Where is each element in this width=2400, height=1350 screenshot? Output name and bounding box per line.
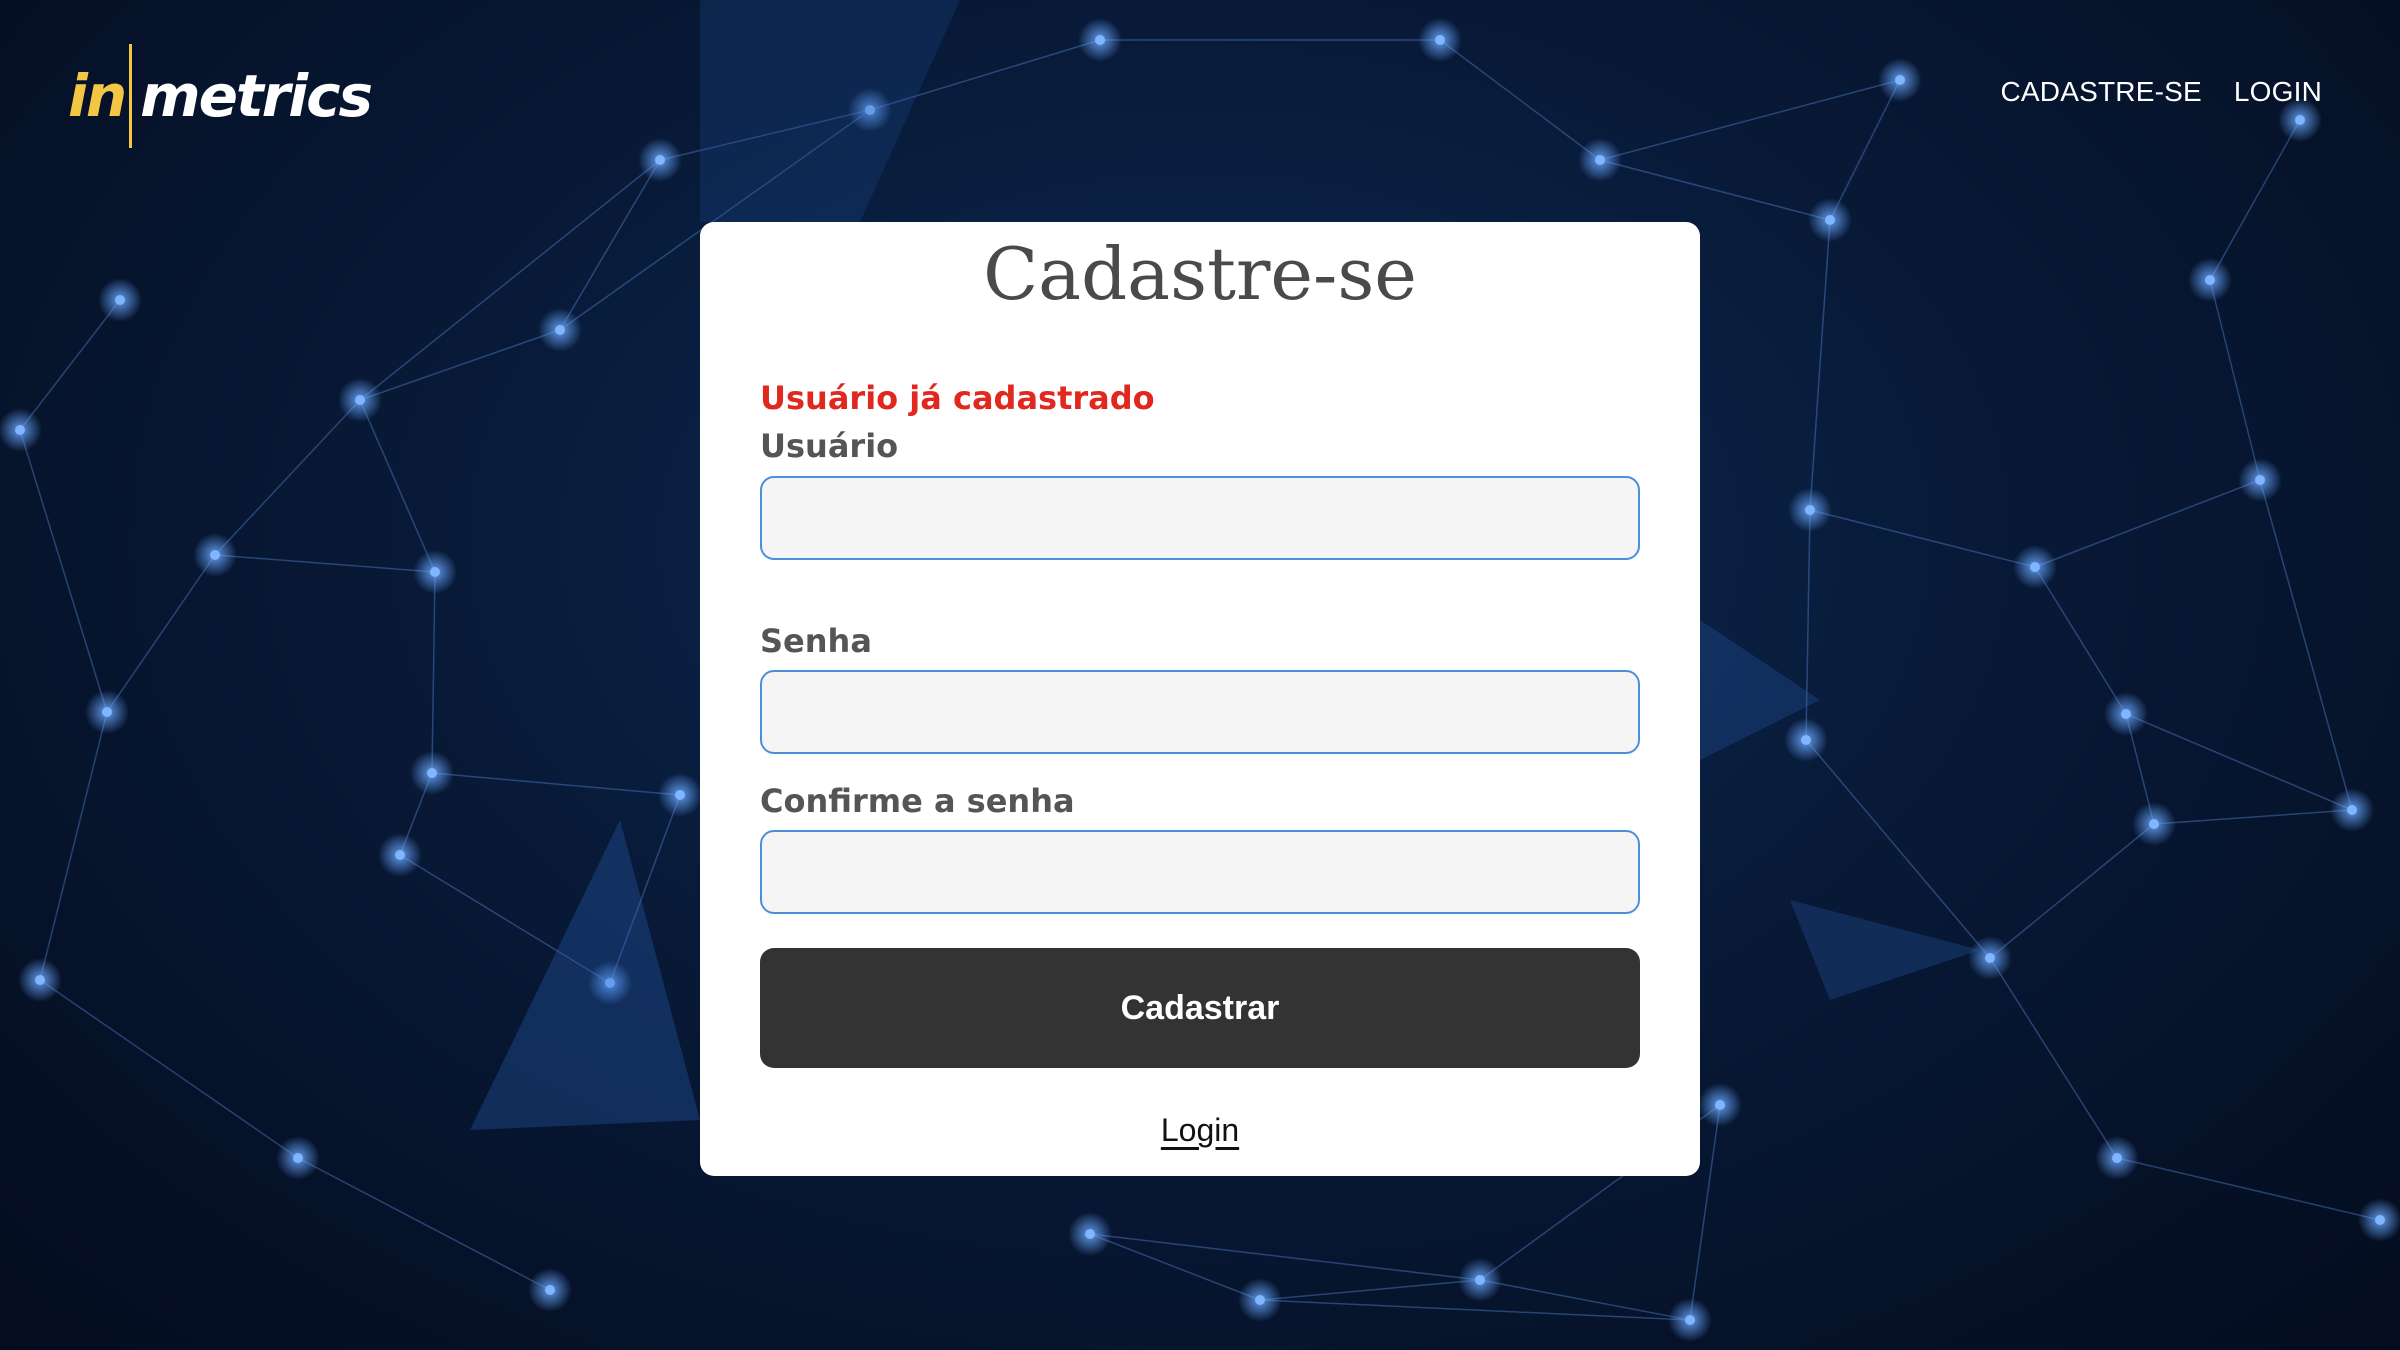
network-line [359, 159, 661, 401]
network-node [555, 325, 565, 335]
network-node [2375, 1215, 2385, 1225]
network-node [1685, 1315, 1695, 1325]
network-node [2149, 819, 2159, 829]
network-node [1085, 1229, 1095, 1239]
network-line [559, 159, 661, 331]
signup-card: Cadastre-se Usuário já cadastrado Usuári… [700, 222, 1700, 1176]
network-node [1095, 35, 1105, 45]
network-node [1255, 1295, 1265, 1305]
network-line [1809, 219, 1831, 511]
network-node [210, 550, 220, 560]
confirm-password-label: Confirme a senha [760, 782, 1075, 820]
nav-link-login[interactable]: LOGIN [2234, 76, 2322, 108]
network-node [2205, 275, 2215, 285]
network-line [1259, 1299, 1691, 1321]
password-label: Senha [760, 622, 872, 660]
login-link-container: Login [700, 1112, 1700, 1149]
confirm-password-input[interactable] [760, 830, 1640, 914]
network-line [1259, 1279, 1481, 1301]
network-line [2125, 713, 2353, 811]
network-node [1595, 155, 1605, 165]
network-line [214, 554, 436, 573]
network-node [655, 155, 665, 165]
network-node [2030, 562, 2040, 572]
network-node [35, 975, 45, 985]
network-node [1825, 215, 1835, 225]
username-input[interactable] [760, 476, 1640, 560]
network-line [2259, 479, 2353, 811]
logo-text-in: in [68, 62, 127, 130]
network-node [395, 850, 405, 860]
network-line [39, 979, 299, 1159]
network-line [1829, 79, 1901, 221]
network-line [431, 571, 436, 774]
network-line [2034, 566, 2127, 715]
cadastrar-button[interactable]: Cadastrar [760, 948, 1640, 1068]
login-link[interactable]: Login [1161, 1112, 1239, 1148]
network-node [1801, 735, 1811, 745]
network-line [1439, 39, 1601, 161]
network-line [359, 329, 561, 401]
network-node [1985, 953, 1995, 963]
network-line [2209, 279, 2261, 481]
network-line [19, 429, 108, 713]
network-node [293, 1153, 303, 1163]
top-nav: CADASTRE-SE LOGIN [2001, 76, 2323, 108]
logo-divider [129, 44, 133, 148]
network-node [2112, 1153, 2122, 1163]
error-message: Usuário já cadastrado [760, 379, 1155, 417]
network-line [214, 399, 361, 556]
logo-text-metrics: metrics [140, 62, 373, 130]
network-line [297, 1157, 551, 1291]
network-node [2295, 115, 2305, 125]
network-line [2153, 809, 2353, 825]
network-node [545, 1285, 555, 1295]
network-node [430, 567, 440, 577]
username-label: Usuário [760, 427, 899, 465]
password-input[interactable] [760, 670, 1640, 754]
network-node [2255, 475, 2265, 485]
network-line [1599, 79, 1901, 161]
network-node [427, 768, 437, 778]
network-line [1989, 957, 2118, 1159]
network-line [19, 299, 121, 431]
network-node [115, 295, 125, 305]
network-node [1435, 35, 1445, 45]
network-line [106, 554, 216, 713]
network-node [355, 395, 365, 405]
network-node [1805, 505, 1815, 515]
network-line [39, 711, 108, 981]
network-node [2121, 709, 2131, 719]
network-line [359, 399, 436, 573]
nav-link-cadastre-se[interactable]: CADASTRE-SE [2001, 76, 2202, 108]
network-line [2116, 1157, 2381, 1221]
network-node [2347, 805, 2357, 815]
network-node [1895, 75, 1905, 85]
network-node [1475, 1275, 1485, 1285]
network-node [1715, 1100, 1725, 1110]
network-line [1809, 509, 2036, 568]
network-line [431, 772, 681, 796]
network-line [1989, 823, 2155, 959]
network-node [15, 425, 25, 435]
page-title: Cadastre-se [983, 232, 1417, 316]
network-node [675, 790, 685, 800]
inmetrics-logo[interactable]: in metrics [68, 42, 373, 150]
network-line [1599, 159, 1831, 221]
network-line [1479, 1279, 1691, 1321]
network-node [102, 707, 112, 717]
network-line [2034, 479, 2261, 568]
network-line [2209, 119, 2301, 281]
